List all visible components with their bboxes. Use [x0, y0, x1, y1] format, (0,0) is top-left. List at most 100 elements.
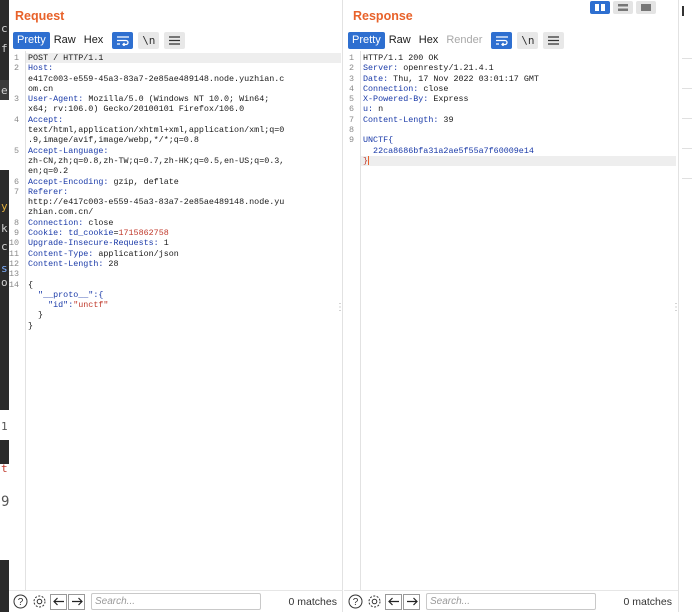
response-code[interactable]: 1 HTTP/1.1 200 OK 2 Server: openresty/1.21.… [349, 53, 676, 167]
code-line[interactable]: 2 Server: openresty/1.21.4.1 [349, 63, 676, 73]
code-line[interactable]: 11 Content-Type: application/json [9, 249, 341, 259]
menu-button[interactable] [543, 31, 565, 49]
help-button[interactable]: ? [347, 594, 363, 610]
line-text [21, 269, 28, 279]
tab-hex[interactable]: Hex [415, 32, 443, 49]
search-back-button[interactable] [385, 593, 402, 610]
code-line[interactable]: 4 Connection: close [349, 84, 676, 94]
code-line[interactable]: 8 Connection: close [14, 218, 341, 228]
line-number: 13 [9, 269, 20, 280]
layout-tabs-button[interactable] [636, 1, 656, 14]
response-search-input[interactable]: Search... [426, 593, 596, 610]
request-code[interactable]: 1 POST / HTTP/1.1 2 Host: e417c003-e559-45a3… [9, 53, 341, 331]
tab-raw[interactable]: Raw [385, 32, 415, 49]
code-line[interactable]: e417c003-e559-45a3-83a7-2e85ae489148.nod… [26, 74, 341, 84]
tab-raw[interactable]: Raw [50, 32, 80, 49]
response-editor[interactable]: 1 HTTP/1.1 200 OK 2 Server: openresty/1.21.… [344, 51, 678, 591]
code-line[interactable]: 5 X-Powered-By: Express [349, 94, 676, 104]
hamburger-icon [169, 35, 181, 45]
code-token: td_cookie [63, 228, 114, 239]
code-line[interactable]: om.cn [26, 84, 341, 94]
code-token: 39 [438, 114, 454, 125]
code-line[interactable]: 3 Date: Thu, 17 Nov 2022 03:01:17 GMT [349, 73, 676, 84]
code-line[interactable]: 12 Content-Length: 28 [9, 258, 341, 269]
code-line[interactable]: 22ca8686bfa31a2ae5f55a7f60009e14 [361, 146, 676, 156]
code-line[interactable]: 7 Content-Length: 39 [349, 114, 676, 125]
strip-char: f [1, 42, 8, 55]
code-line[interactable]: "__proto__":{ [26, 290, 341, 300]
search-back-button[interactable] [50, 593, 67, 610]
code-token: zhian.com.cn/ [28, 207, 94, 218]
code-line[interactable]: zh-CN,zh;q=0.8,zh-TW;q=0.7,zh-HK;q=0.5,e… [26, 156, 341, 166]
request-search-input[interactable]: Search... [91, 593, 261, 610]
tab-render[interactable]: Render [442, 32, 486, 49]
menu-button[interactable] [164, 31, 186, 49]
line-text: u: n [356, 104, 383, 114]
line-text: zh-CN,zh;q=0.8,zh-TW;q=0.7,zh-HK;q=0.5,e… [21, 156, 284, 166]
request-editor[interactable]: 1 POST / HTTP/1.1 2 Host: e417c003-e559-45a3… [9, 51, 343, 591]
code-token: Content-Length: [28, 258, 104, 269]
line-number: 11 [9, 248, 20, 259]
code-token: Date: [363, 73, 389, 84]
line-text: om.cn [21, 84, 53, 94]
code-line[interactable]: 7 Referer: [14, 186, 341, 197]
code-line[interactable]: } [361, 155, 676, 167]
code-token: Mozilla/5.0 (Windows NT 10.0; Win64; [83, 94, 270, 105]
tab-pretty[interactable]: Pretty [13, 31, 50, 49]
code-line[interactable]: zhian.com.cn/ [26, 207, 341, 217]
line-number: 9 [13, 228, 19, 239]
show-newlines-button[interactable]: \n [517, 31, 539, 49]
code-line[interactable]: 1 POST / HTTP/1.1 [14, 53, 341, 64]
layout-side-by-side-button[interactable] [590, 1, 610, 14]
code-line[interactable]: text/html,application/xhtml+xml,applicat… [26, 125, 341, 135]
search-forward-button[interactable] [68, 593, 85, 610]
code-line[interactable]: 13 [9, 269, 341, 279]
line-number [9, 197, 21, 207]
settings-button[interactable] [366, 594, 382, 610]
code-line[interactable]: 2 Host: [14, 63, 341, 73]
code-token: 1 [158, 238, 169, 249]
tab-hex[interactable]: Hex [80, 32, 108, 49]
code-line[interactable]: 1 HTTP/1.1 200 OK [349, 53, 676, 63]
code-line[interactable]: 4 Accept: [14, 115, 341, 125]
code-line[interactable]: .9,image/avif,image/webp,*/*;q=0.8 [26, 135, 341, 145]
code-token: Referer: [28, 186, 69, 197]
code-line[interactable]: en;q=0.2 [26, 166, 341, 176]
line-number [9, 156, 21, 166]
line-number [9, 166, 21, 176]
code-token: om.cn [28, 83, 54, 94]
code-line[interactable]: } [26, 310, 341, 320]
code-line[interactable]: 8 [349, 125, 676, 135]
code-line[interactable]: } [26, 321, 341, 331]
request-toolbar: Pretty Raw Hex \n [13, 31, 186, 49]
response-match-count: 0 matches [623, 595, 672, 608]
line-number [9, 310, 21, 320]
show-newlines-button[interactable]: \n [138, 31, 160, 49]
code-token: en;q=0.2 [28, 166, 69, 177]
settings-button[interactable] [31, 594, 47, 610]
code-token: text/html,application/xhtml+xml,applicat… [28, 125, 285, 136]
code-line[interactable]: 14 { [9, 280, 341, 290]
line-number: 6 [13, 176, 19, 187]
code-line[interactable]: x64; rv:106.0) Gecko/20100101 Firefox/10… [26, 104, 341, 114]
line-text: Accept-Encoding: gzip, deflate [21, 177, 179, 187]
code-line[interactable]: 9 Cookie: td_cookie=1715862758 [14, 228, 341, 239]
code-line[interactable]: 5 Accept-Language: [14, 146, 341, 156]
code-line[interactable]: 9 UNCTF{ [349, 135, 676, 145]
request-match-count: 0 matches [288, 595, 337, 608]
line-text: 22ca8686bfa31a2ae5f55a7f60009e14 [356, 146, 534, 156]
columns-icon [595, 4, 605, 11]
wrap-lines-button[interactable] [112, 31, 134, 49]
line-number: 4 [348, 83, 354, 94]
search-forward-button[interactable] [403, 593, 420, 610]
help-button[interactable]: ? [12, 594, 28, 610]
code-line[interactable]: 6 u: n [349, 104, 676, 114]
code-line[interactable]: 6 Accept-Encoding: gzip, deflate [14, 177, 341, 187]
code-line[interactable]: http://e417c003-e559-45a3-83a7-2e85ae489… [26, 197, 341, 207]
tab-pretty[interactable]: Pretty [348, 31, 385, 49]
code-line[interactable]: 3 User-Agent: Mozilla/5.0 (Windows NT 10.… [14, 94, 341, 105]
layout-stacked-button[interactable] [613, 1, 633, 14]
wrap-lines-button[interactable] [491, 31, 513, 49]
code-line[interactable]: "id":"unctf" [26, 300, 341, 310]
code-line[interactable]: 10 Upgrade-Insecure-Requests: 1 [9, 238, 341, 249]
